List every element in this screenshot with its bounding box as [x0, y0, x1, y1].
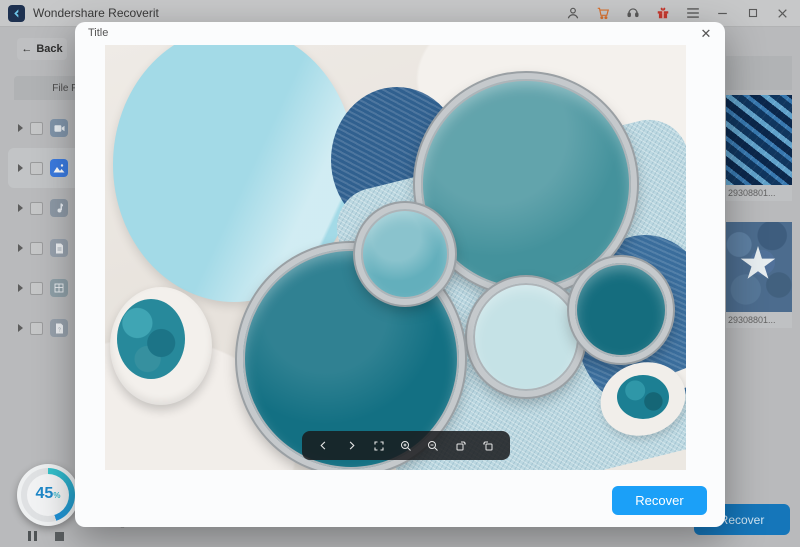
expand-caret-icon[interactable] [18, 164, 23, 172]
fullscreen-icon[interactable] [371, 438, 387, 454]
image-viewer-toolbar [302, 431, 510, 460]
next-icon[interactable] [343, 438, 359, 454]
modal-close-icon[interactable]: ✕ [697, 25, 715, 43]
pigment-powder [117, 299, 185, 379]
titlebar-icons [565, 6, 790, 21]
preview-modal: Title ✕ [75, 22, 725, 527]
scan-progress-ring: 45 % [17, 464, 79, 526]
paint-lid-medium [355, 203, 455, 305]
progress-percent: 45 [36, 486, 54, 502]
other-file-icon: ? [50, 319, 68, 337]
video-file-icon [50, 119, 68, 137]
thumbnail-placeholder [726, 56, 792, 90]
main-recover-label: Recover [720, 513, 765, 527]
minimize-icon[interactable] [715, 6, 730, 21]
thumbnail-filename: 29308801... [726, 185, 792, 201]
starfish-shape [740, 246, 776, 282]
pause-icon[interactable] [28, 531, 37, 541]
recover-button-label: Recover [635, 493, 683, 508]
paint-lid-pale-blue [467, 277, 585, 397]
scan-controls [28, 531, 64, 541]
document-file-icon [50, 239, 68, 257]
maximize-icon[interactable] [745, 6, 760, 21]
stop-icon[interactable] [55, 532, 64, 541]
rotate-right-icon[interactable] [453, 438, 469, 454]
photo-file-icon [50, 159, 68, 177]
photo-checkbox[interactable] [30, 162, 43, 175]
back-button[interactable]: ← Back [17, 38, 67, 60]
video-checkbox[interactable] [30, 122, 43, 135]
menu-icon[interactable] [685, 6, 700, 21]
paint-lid-dark-small [569, 257, 673, 363]
thumbnail-filename: 29308801... [726, 312, 792, 328]
user-icon[interactable] [565, 6, 580, 21]
expand-caret-icon[interactable] [18, 204, 23, 212]
thumbnail-item[interactable]: 29308801... [726, 95, 792, 201]
zoom-out-icon[interactable] [425, 438, 441, 454]
zoom-in-icon[interactable] [398, 438, 414, 454]
starfish-thumbnail-image[interactable] [726, 222, 792, 312]
spreadsheet-checkbox[interactable] [30, 282, 43, 295]
audio-checkbox[interactable] [30, 202, 43, 215]
expand-caret-icon[interactable] [18, 324, 23, 332]
svg-text:?: ? [58, 327, 61, 333]
expand-caret-icon[interactable] [18, 284, 23, 292]
close-icon[interactable] [775, 6, 790, 21]
prev-icon[interactable] [316, 438, 332, 454]
spreadsheet-file-icon [50, 279, 68, 297]
back-arrow-icon: ← [21, 43, 32, 55]
expand-caret-icon[interactable] [18, 244, 23, 252]
app-title: Wondershare Recoverit [33, 6, 159, 20]
recover-button[interactable]: Recover [612, 486, 707, 515]
progress-percent-unit: % [53, 491, 60, 500]
results-thumbnail-panel: 29308801... 29308801... [725, 50, 800, 480]
spoon-pigment [617, 375, 669, 419]
gift-icon[interactable] [655, 6, 670, 21]
thumbnail-item[interactable]: 29308801... [726, 222, 792, 328]
cart-icon[interactable] [595, 6, 610, 21]
other-checkbox[interactable] [30, 322, 43, 335]
expand-caret-icon[interactable] [18, 124, 23, 132]
recoverit-logo-icon [8, 5, 25, 22]
rotate-left-icon[interactable] [480, 438, 496, 454]
modal-title: Title [88, 27, 108, 39]
document-checkbox[interactable] [30, 242, 43, 255]
audio-file-icon [50, 199, 68, 217]
support-icon[interactable] [625, 6, 640, 21]
preview-photo [105, 45, 686, 470]
progress-arc: 45 % [21, 468, 75, 522]
back-label: Back [36, 43, 62, 55]
blue-mosaic-thumbnail-image[interactable] [726, 95, 792, 185]
